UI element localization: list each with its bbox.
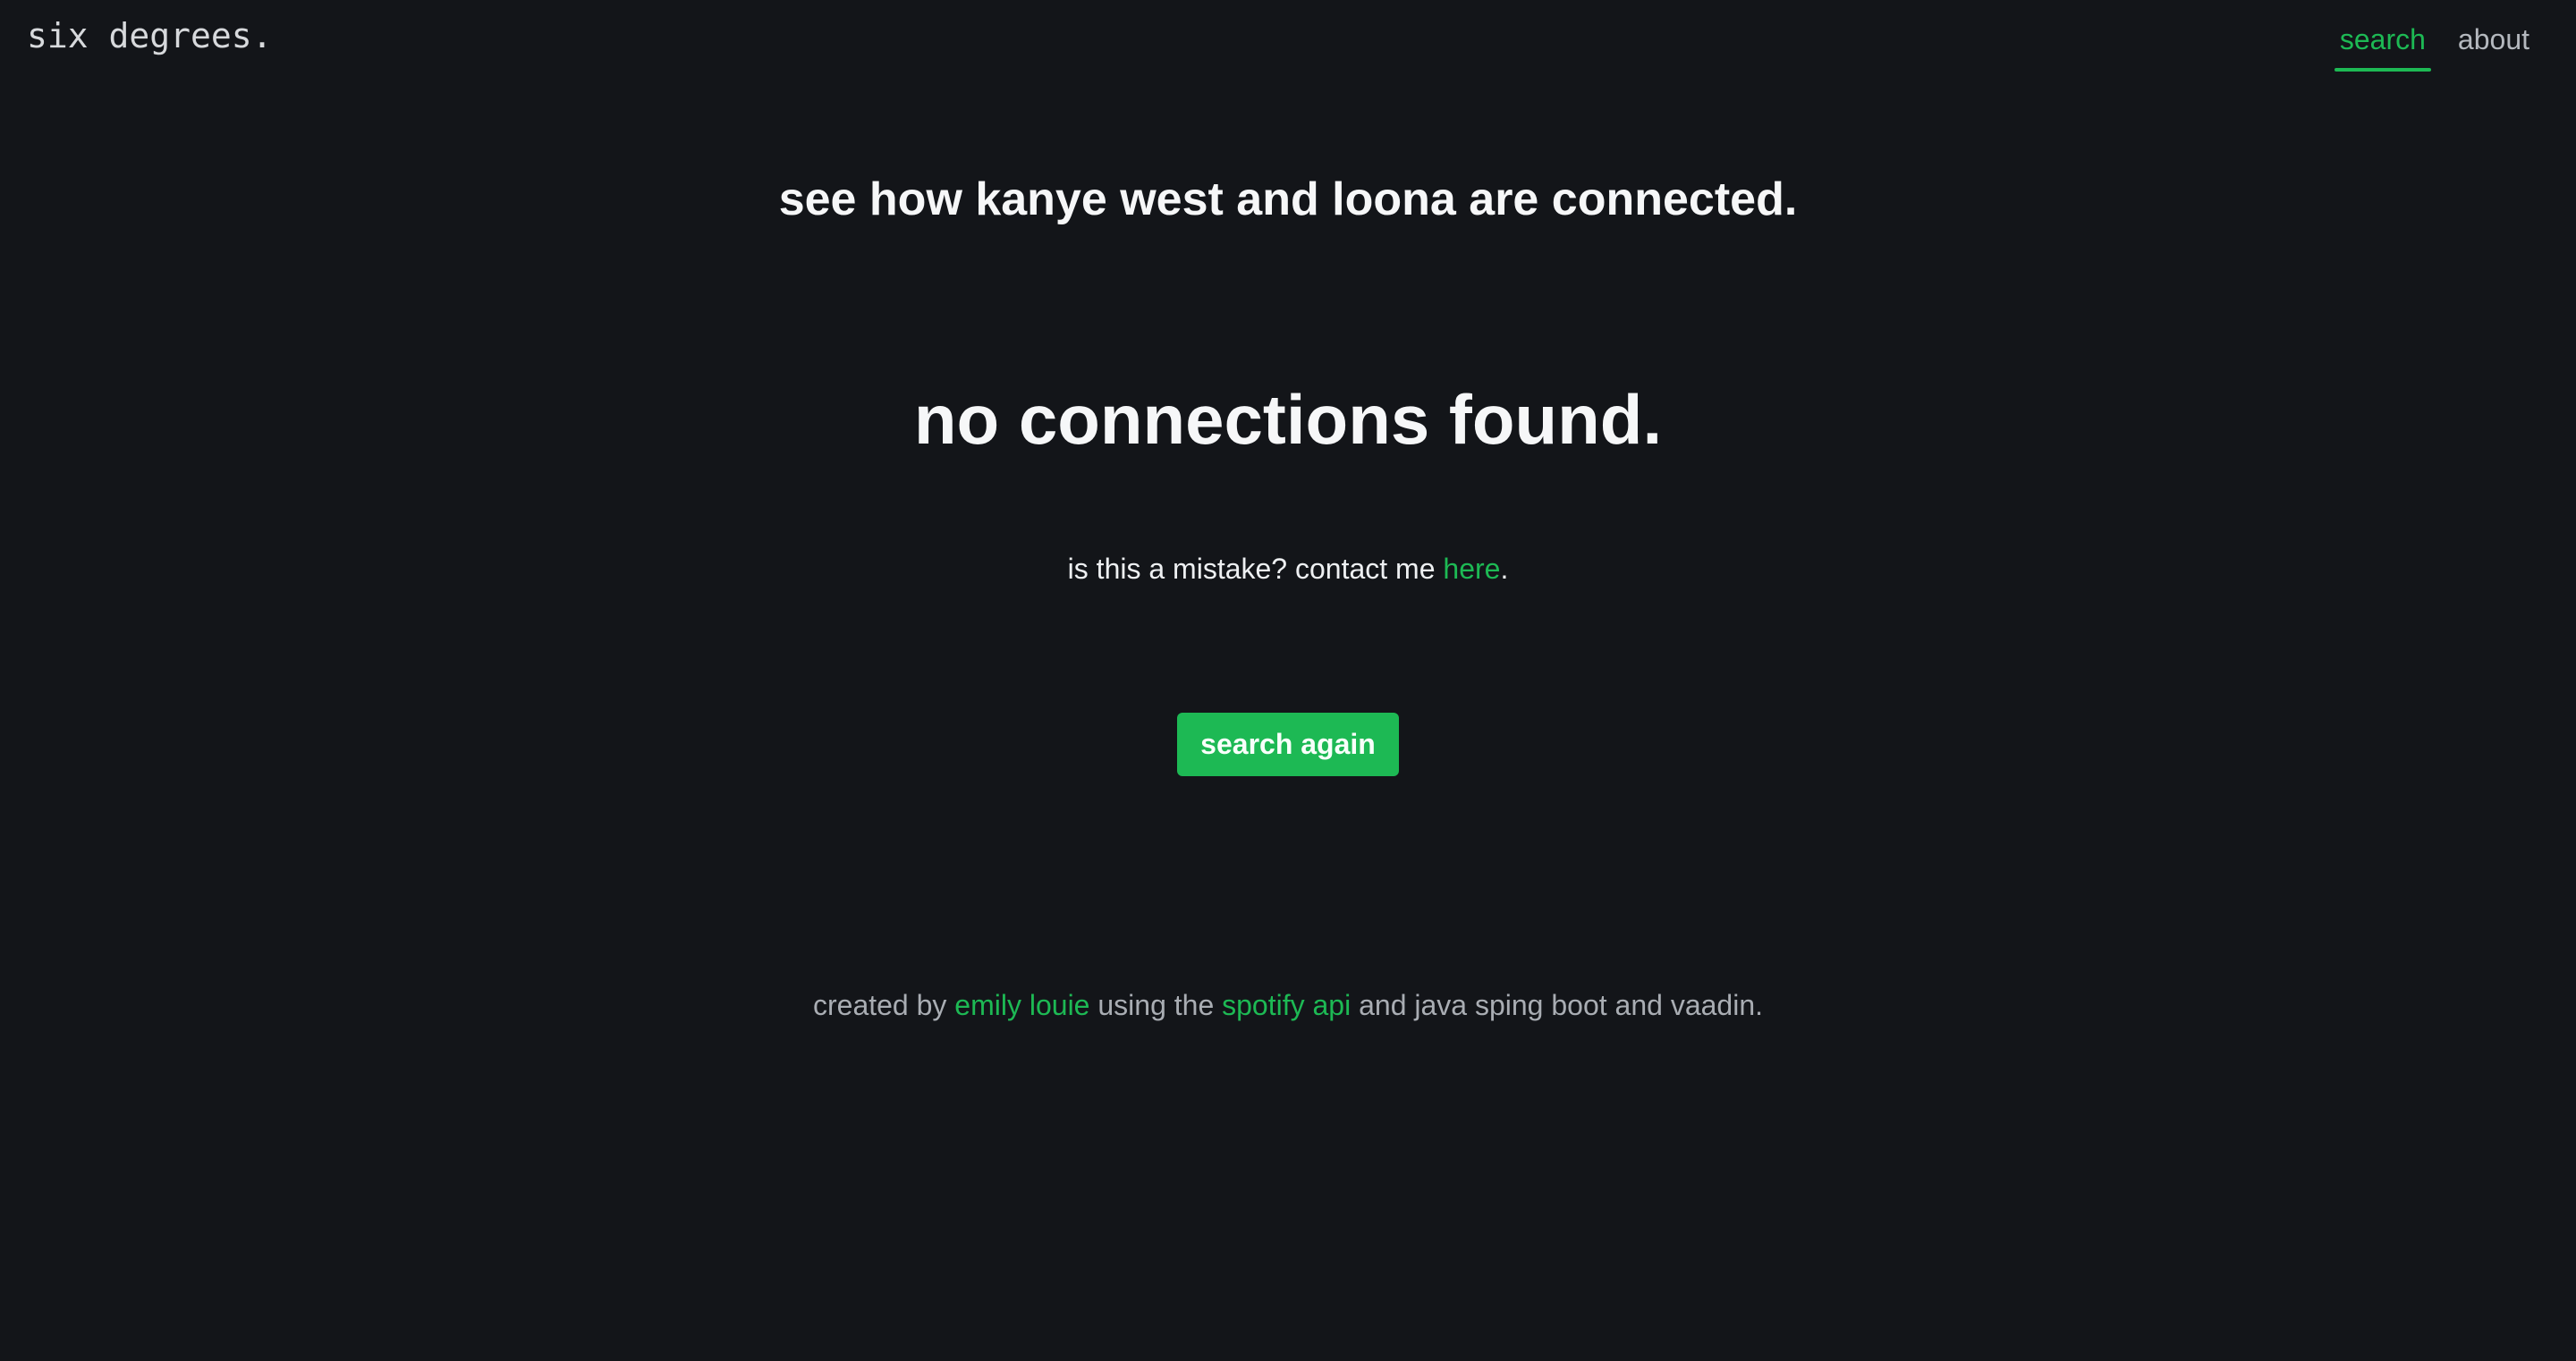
- navbar: six degrees. search about: [0, 0, 2576, 80]
- author-link[interactable]: emily louie: [954, 989, 1089, 1021]
- contact-suffix: .: [1500, 553, 1509, 585]
- footer-text-2: using the: [1089, 989, 1223, 1021]
- spotify-api-link[interactable]: spotify api: [1222, 989, 1351, 1021]
- footer-text-3: and java sping boot and vaadin.: [1351, 989, 1763, 1021]
- contact-message: is this a mistake? contact me here.: [0, 553, 2576, 586]
- tab-about[interactable]: about: [2453, 13, 2535, 72]
- result-headline: no connections found.: [913, 380, 1663, 459]
- footer-credits: created by emily louie using the spotify…: [0, 989, 2576, 1022]
- contact-link[interactable]: here: [1443, 553, 1500, 585]
- app-logo[interactable]: six degrees.: [27, 16, 273, 55]
- tab-search[interactable]: search: [2334, 13, 2431, 72]
- contact-prefix: is this a mistake? contact me: [1067, 553, 1444, 585]
- footer-text-1: created by: [812, 989, 955, 1021]
- page-subtitle: see how kanye west and loona are connect…: [778, 173, 1798, 225]
- search-again-button[interactable]: search again: [1177, 713, 1399, 776]
- nav-tabs: search about: [2334, 13, 2535, 72]
